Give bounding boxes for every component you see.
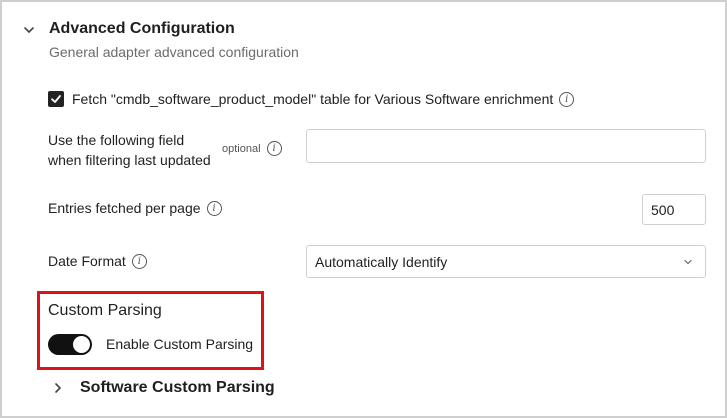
chevron-right-icon[interactable] [52, 382, 64, 394]
section-title: Advanced Configuration [49, 20, 235, 37]
checkmark-icon [51, 95, 61, 103]
entries-per-page-label-row: Entries fetched per page i [48, 200, 222, 216]
info-icon[interactable]: i [266, 141, 282, 156]
fetch-software-model-checkbox[interactable] [48, 91, 64, 107]
software-custom-parsing-section[interactable]: Software Custom Parsing [52, 376, 275, 400]
chevron-down-icon[interactable] [22, 23, 36, 37]
chevron-down-icon [684, 259, 692, 265]
date-format-label-row: Date Format i [48, 253, 147, 269]
enable-custom-parsing-row[interactable]: Enable Custom Parsing [48, 333, 253, 355]
info-icon[interactable]: i [131, 253, 147, 269]
optional-indicator: optional i [222, 141, 282, 156]
section-subtitle: General adapter advanced configuration [49, 44, 299, 60]
entries-per-page-input[interactable] [642, 194, 706, 225]
section-header[interactable]: Advanced Configuration General adapter a… [18, 18, 698, 64]
fetch-software-model-label: Fetch "cmdb_software_product_model" tabl… [72, 91, 554, 107]
enable-custom-parsing-toggle[interactable] [48, 333, 92, 355]
info-icon[interactable]: i [559, 91, 575, 107]
entries-per-page-label: Entries fetched per page [48, 200, 201, 216]
filter-field-label: Use the following field when filtering l… [48, 130, 211, 170]
info-icon[interactable]: i [206, 200, 222, 216]
filter-field-label-line1: Use the following field [48, 132, 185, 148]
filter-field-label-line2: when filtering last updated [48, 152, 211, 168]
enable-custom-parsing-label: Enable Custom Parsing [106, 336, 254, 352]
date-format-label: Date Format [48, 253, 126, 269]
advanced-configuration-panel: Advanced Configuration General adapter a… [0, 0, 727, 418]
date-format-selected: Automatically Identify [315, 253, 448, 270]
optional-label: optional [222, 142, 261, 155]
custom-parsing-title: Custom Parsing [48, 302, 162, 319]
toggle-knob [73, 335, 90, 353]
software-custom-parsing-title: Software Custom Parsing [80, 379, 275, 396]
fetch-software-model-option[interactable]: Fetch "cmdb_software_product_model" tabl… [48, 88, 575, 110]
date-format-select[interactable]: Automatically Identify [306, 245, 706, 278]
filter-field-input[interactable] [306, 129, 706, 163]
